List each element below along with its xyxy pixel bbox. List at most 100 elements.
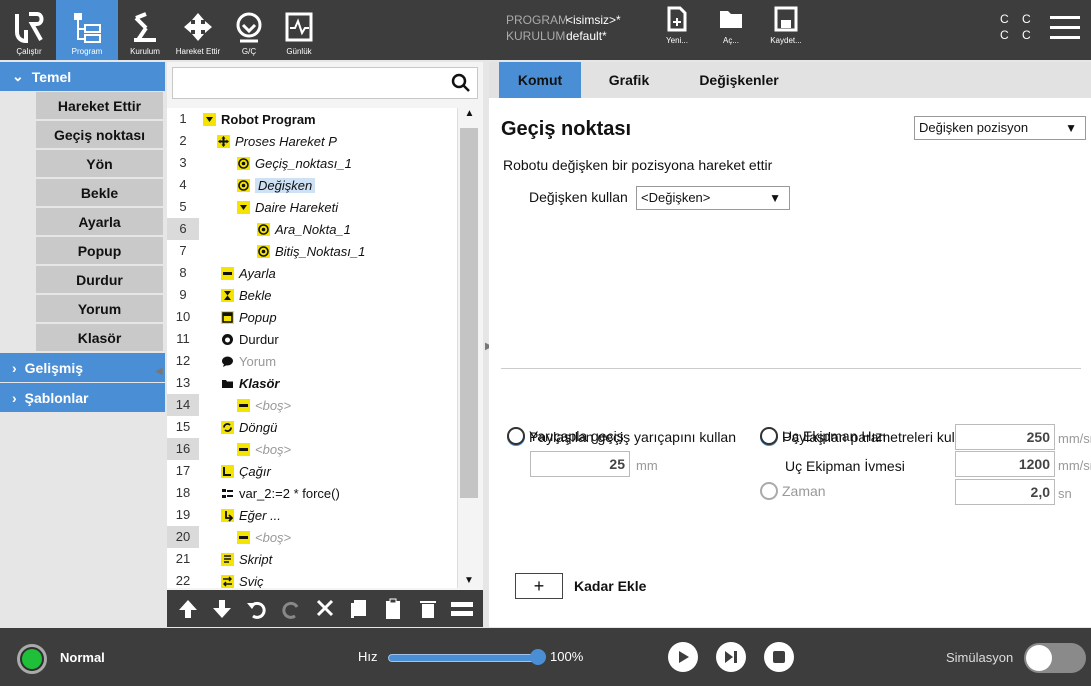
radio-blend-with-radius[interactable]: Yarıçapla geçiş xyxy=(507,427,624,445)
move-down-icon[interactable] xyxy=(209,596,235,622)
cut-icon[interactable] xyxy=(312,596,338,622)
suppress-icon[interactable] xyxy=(449,596,475,622)
speed-slider[interactable] xyxy=(388,654,538,662)
speed-slider-handle[interactable] xyxy=(530,649,546,665)
nav-program-label: Program xyxy=(71,47,103,56)
cmd-folder[interactable]: Klasör xyxy=(36,324,163,353)
robot-status-icon[interactable] xyxy=(17,644,47,674)
tree-row[interactable]: 21 Skript xyxy=(167,548,457,570)
delete-icon[interactable] xyxy=(415,596,441,622)
tree-row[interactable]: 2 Proses Hareket P xyxy=(167,130,457,152)
add-until-label: Kadar Ekle xyxy=(574,578,647,594)
copy-icon[interactable] xyxy=(346,596,372,622)
waypoint-icon xyxy=(257,222,270,236)
blend-radius-input[interactable]: 25 xyxy=(530,451,630,477)
play-button[interactable] xyxy=(668,642,698,672)
nav-io[interactable]: G/Ç xyxy=(226,0,272,60)
line-number: 14 xyxy=(167,394,199,416)
tree-row[interactable]: 1 Robot Program xyxy=(167,108,457,130)
line-number: 1 xyxy=(179,111,187,126)
variable-select[interactable]: <Değişken> ▼ xyxy=(636,186,790,210)
nav-run[interactable]: Çalıştır xyxy=(4,0,54,60)
stop-button[interactable] xyxy=(764,642,794,672)
radio-time-label: Zaman xyxy=(782,483,826,499)
category-basic[interactable]: ⌄ Temel xyxy=(0,62,165,92)
search-icon[interactable] xyxy=(451,73,471,93)
tree-scrollbar[interactable]: ▲ ▼ xyxy=(457,108,481,588)
simulation-toggle[interactable] xyxy=(1024,643,1086,673)
hamburger-menu-icon[interactable] xyxy=(1050,16,1080,46)
call-icon xyxy=(221,464,234,478)
line-number: 11 xyxy=(176,331,190,346)
redo-icon[interactable] xyxy=(278,596,304,622)
cmd-popup[interactable]: Popup xyxy=(36,237,163,266)
open-button[interactable]: Aç... xyxy=(706,6,756,56)
variable-select-value: <Değişken> xyxy=(641,190,711,205)
cmd-waypoint[interactable]: Geçiş noktası xyxy=(36,121,163,150)
tree-row[interactable]: 20 <boş> xyxy=(167,526,457,548)
tree-row[interactable]: 9 Bekle xyxy=(167,284,457,306)
tree-row[interactable]: 17 Çağır xyxy=(167,460,457,482)
paste-icon[interactable] xyxy=(380,596,406,622)
tree-row[interactable]: 13 Klasör xyxy=(167,372,457,394)
save-button[interactable]: Kaydet... xyxy=(761,6,811,56)
move-up-icon[interactable] xyxy=(175,596,201,622)
nav-installation[interactable]: Kurulum xyxy=(120,0,170,60)
tree-row[interactable]: 8 Ayarla xyxy=(167,262,457,284)
tree-row[interactable]: 19 Eğer ... xyxy=(167,504,457,526)
radio-unselected-icon xyxy=(507,427,525,445)
radio-time[interactable]: Zaman xyxy=(760,482,826,500)
cmd-halt[interactable]: Durdur xyxy=(36,266,163,295)
tree-row[interactable]: 14 <boş> xyxy=(167,394,457,416)
cmd-set[interactable]: Ayarla xyxy=(36,208,163,237)
scroll-down-icon[interactable]: ▼ xyxy=(464,575,474,586)
cmd-move[interactable]: Hareket Ettir xyxy=(36,92,163,121)
cmd-direction[interactable]: Yön xyxy=(36,150,163,179)
tree-row[interactable]: 11 Durdur xyxy=(167,328,457,350)
category-templates[interactable]: › Şablonlar xyxy=(0,383,165,413)
play-icon xyxy=(679,651,689,663)
tree-row[interactable]: 10 Popup xyxy=(167,306,457,328)
tree-row[interactable]: 4 Değişken xyxy=(167,174,457,196)
add-until-button[interactable]: + xyxy=(515,573,563,599)
tree-row[interactable]: 22 Sviç xyxy=(167,570,457,588)
ur-logo-icon xyxy=(15,12,44,44)
tab-variables[interactable]: Değişkenler xyxy=(689,62,789,98)
tool-accel-input[interactable]: 1200 xyxy=(955,451,1055,477)
waypoint-type-select[interactable]: Değişken pozisyon ▼ xyxy=(914,116,1086,140)
nav-program[interactable]: Program xyxy=(56,0,118,60)
tree-row[interactable]: 3 Geçiş_noktası_1 xyxy=(167,152,457,174)
cmd-comment[interactable]: Yorum xyxy=(36,295,163,324)
waypoint-icon xyxy=(237,178,250,192)
undo-icon[interactable] xyxy=(244,596,270,622)
tree-node-label: <boş> xyxy=(255,441,292,457)
stop-hand-icon xyxy=(221,333,234,346)
dropdown-icon xyxy=(203,112,216,126)
switch-icon xyxy=(221,574,234,588)
tree-row[interactable]: 18 var_2:=2 * force() xyxy=(167,482,457,504)
category-advanced[interactable]: › Gelişmiş xyxy=(0,353,165,383)
cmd-wait[interactable]: Bekle xyxy=(36,179,163,208)
dropdown-icon xyxy=(237,200,250,214)
tree-row[interactable]: 12 Yorum xyxy=(167,350,457,372)
scroll-up-icon[interactable]: ▲ xyxy=(458,108,481,119)
nav-log[interactable]: Günlük xyxy=(274,0,324,60)
step-button[interactable] xyxy=(716,642,746,672)
collapse-left-icon[interactable]: ◀ xyxy=(155,366,163,377)
tool-speed-input[interactable]: 250 xyxy=(955,424,1055,450)
tab-command[interactable]: Komut xyxy=(499,62,581,98)
new-button[interactable]: Yeni... xyxy=(652,6,702,56)
tree-row[interactable]: 5 Daire Hareketi xyxy=(167,196,457,218)
tree-row[interactable]: 7 Bitiş_Noktası_1 xyxy=(167,240,457,262)
time-input[interactable]: 2,0 xyxy=(955,479,1055,505)
search-input[interactable] xyxy=(172,67,478,99)
scroll-thumb[interactable] xyxy=(460,128,478,498)
radio-tool-speed[interactable]: Uç Ekipman Hızı xyxy=(760,427,886,445)
tree-row[interactable]: 6 Ara_Nokta_1 xyxy=(167,218,457,240)
popup-icon xyxy=(221,310,234,324)
program-tree-icon xyxy=(74,13,101,43)
tree-row[interactable]: 16 <boş> xyxy=(167,438,457,460)
tree-row[interactable]: 15 Döngü xyxy=(167,416,457,438)
nav-move[interactable]: Hareket Ettir xyxy=(172,0,224,60)
tab-graphics[interactable]: Grafik xyxy=(589,62,669,98)
